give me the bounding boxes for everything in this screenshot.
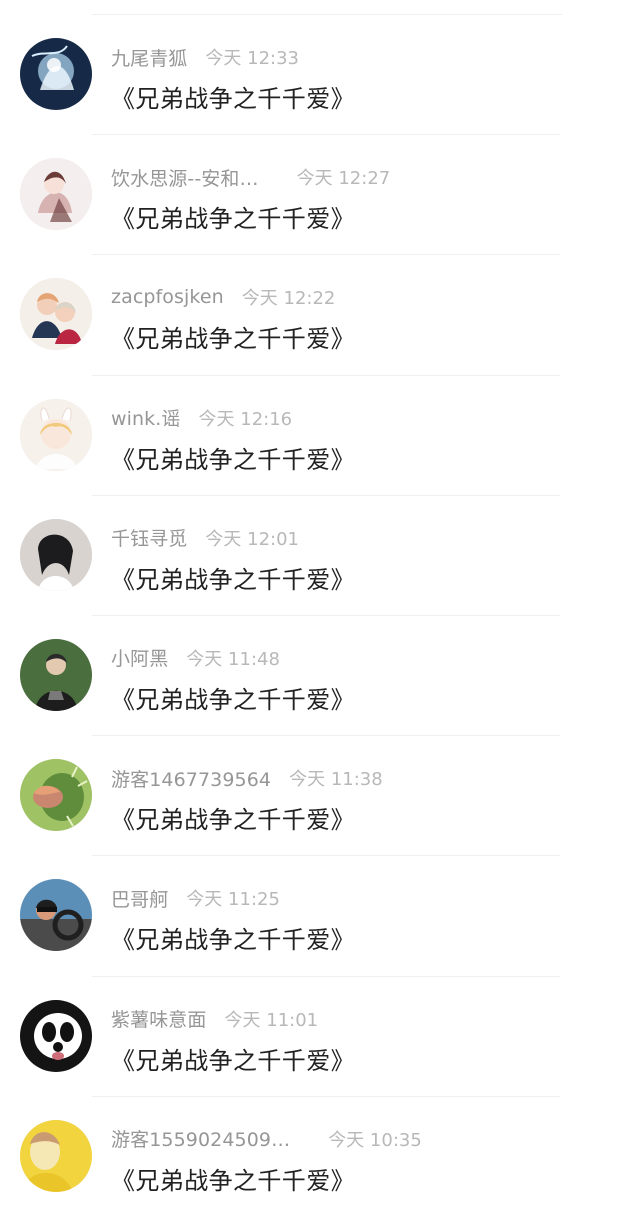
username[interactable]: 千钰寻觅 — [111, 524, 187, 551]
avatar[interactable] — [20, 999, 92, 1072]
username[interactable]: 小阿黑 — [111, 644, 168, 671]
comment-meta: 九尾青狐 今天 12:33 — [111, 44, 300, 71]
list-item[interactable]: 九尾青狐 今天 12:33 《兄弟战争之千千爱》 — [0, 15, 640, 136]
timestamp: 今天 10:35 — [328, 1129, 422, 1151]
comment-meta: 游客1467739564 今天 11:38 — [111, 765, 383, 792]
comment-list: 九尾青狐 今天 12:33 《兄弟战争之千千爱》 饮水思源--安和… 今天 12… — [0, 15, 640, 1217]
anime-girl-sketch-icon — [20, 158, 92, 231]
comment-text: 《兄弟战争之千千爱》 — [111, 806, 355, 835]
username[interactable]: 饮水思源--安和… — [111, 164, 259, 191]
boy-in-black-shirt-icon — [20, 638, 92, 711]
comment-text: 《兄弟战争之千千爱》 — [111, 85, 355, 113]
username[interactable]: zacpfosjken — [111, 286, 224, 308]
list-item[interactable]: 巴哥舸 今天 11:25 《兄弟战争之千千爱》 — [0, 856, 640, 977]
avatar[interactable] — [20, 879, 92, 952]
timestamp: 今天 11:25 — [186, 889, 280, 911]
list-item[interactable]: 游客1559024509… 今天 10:35 《兄弟战争之千千爱》 — [0, 1097, 640, 1217]
timestamp: 今天 11:01 — [224, 1009, 319, 1031]
comment-text: 《兄弟战争之千千爱》 — [111, 685, 355, 714]
anime-boys-icon — [20, 278, 92, 351]
avatar[interactable] — [20, 398, 92, 471]
dark-hair-girl-photo-icon — [20, 518, 92, 591]
comment-text: 《兄弟战争之千千爱》 — [111, 205, 355, 234]
avatar[interactable] — [20, 38, 92, 110]
list-item[interactable]: wink.谣 今天 12:16 《兄弟战争之千千爱》 — [0, 376, 640, 496]
comment-meta: 巴哥舸 今天 11:25 — [111, 885, 280, 912]
avatar[interactable] — [20, 638, 92, 711]
list-item[interactable]: 紫薯味意面 今天 11:01 《兄弟战争之千千爱》 — [0, 977, 640, 1097]
timestamp: 今天 12:27 — [296, 168, 391, 190]
username[interactable]: 紫薯味意面 — [111, 1005, 207, 1032]
comment-text: 《兄弟战争之千千爱》 — [111, 1046, 355, 1075]
timestamp: 今天 12:22 — [241, 288, 336, 310]
driver-in-car-icon — [20, 879, 92, 952]
comment-meta: 小阿黑 今天 11:48 — [111, 646, 280, 670]
cactus-flower-icon — [20, 759, 92, 832]
timestamp: 今天 12:16 — [198, 408, 293, 430]
comment-text: 《兄弟战争之千千爱》 — [111, 1166, 355, 1195]
comment-meta: 千钰寻觅 今天 12:01 — [111, 526, 299, 550]
comment-text: 《兄弟战争之千千爱》 — [111, 565, 355, 594]
yellow-toned-photo-icon — [20, 1119, 92, 1192]
comment-meta: zacpfosjken 今天 12:22 — [111, 285, 335, 309]
timestamp: 今天 11:48 — [186, 648, 280, 670]
username[interactable]: 游客1559024509… — [111, 1125, 290, 1152]
panda-ok-icon — [20, 999, 92, 1072]
comment-text: 《兄弟战争之千千爱》 — [111, 926, 355, 955]
avatar[interactable] — [20, 1119, 92, 1192]
timestamp: 今天 11:38 — [289, 769, 383, 791]
avatar[interactable] — [20, 158, 92, 231]
avatar[interactable] — [20, 518, 92, 591]
list-item[interactable]: 饮水思源--安和… 今天 12:27 《兄弟战争之千千爱》 — [0, 135, 640, 256]
fox-spirit-art-icon — [20, 38, 92, 110]
list-item[interactable]: 游客1467739564 今天 11:38 《兄弟战争之千千爱》 — [0, 736, 640, 857]
avatar[interactable] — [20, 278, 92, 351]
comment-meta: wink.谣 今天 12:16 — [111, 406, 292, 430]
comment-meta: 游客1559024509… 今天 10:35 — [111, 1127, 422, 1151]
username[interactable]: 游客1467739564 — [111, 765, 271, 792]
username[interactable]: wink.谣 — [111, 404, 181, 431]
username[interactable]: 九尾青狐 — [111, 44, 187, 71]
list-item[interactable]: 小阿黑 今天 11:48 《兄弟战争之千千爱》 — [0, 616, 640, 737]
avatar[interactable] — [20, 759, 92, 832]
timestamp: 今天 12:33 — [205, 48, 300, 69]
bunny-ear-girl-icon — [20, 398, 92, 471]
list-item[interactable]: zacpfosjken 今天 12:22 《兄弟战争之千千爱》 — [0, 255, 640, 376]
timestamp: 今天 12:01 — [205, 528, 300, 550]
comment-meta: 饮水思源--安和… 今天 12:27 — [111, 164, 391, 191]
username[interactable]: 巴哥舸 — [111, 885, 168, 912]
comment-text: 《兄弟战争之千千爱》 — [111, 325, 355, 354]
comment-text: 《兄弟战争之千千爱》 — [111, 445, 355, 474]
comment-meta: 紫薯味意面 今天 11:01 — [111, 1007, 318, 1031]
list-item[interactable]: 千钰寻觅 今天 12:01 《兄弟战争之千千爱》 — [0, 496, 640, 617]
